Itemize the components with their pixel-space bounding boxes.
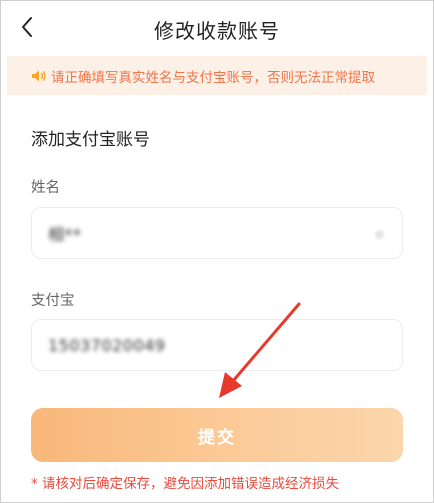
- speaker-icon: [31, 69, 47, 83]
- name-value: 相**: [48, 225, 82, 244]
- name-label: 姓名: [31, 180, 60, 196]
- page-title: 修改收款账号: [154, 19, 280, 43]
- name-field[interactable]: 相**: [31, 207, 403, 259]
- section-title: 添加支付宝账号: [31, 130, 150, 150]
- alipay-account-field[interactable]: 15037020049: [31, 319, 403, 371]
- header-bar: 修改收款账号: [1, 1, 433, 55]
- notice-banner: 请正确填写真实姓名与支付宝账号，否则无法正常提取: [7, 56, 427, 95]
- alipay-account-value: 15037020049: [48, 335, 166, 355]
- submit-button[interactable]: 提交: [31, 408, 403, 462]
- app-frame: 修改收款账号 请正确填写真实姓名与支付宝账号，否则无法正常提取 添加支付宝账号 …: [0, 0, 434, 503]
- clear-icon[interactable]: [375, 230, 384, 239]
- footer-warning: * 请核对后确定保存，避免因添加错误造成经济损失: [31, 476, 340, 492]
- notice-text: 请正确填写真实姓名与支付宝账号，否则无法正常提取: [51, 69, 375, 86]
- alipay-label: 支付宝: [31, 293, 75, 309]
